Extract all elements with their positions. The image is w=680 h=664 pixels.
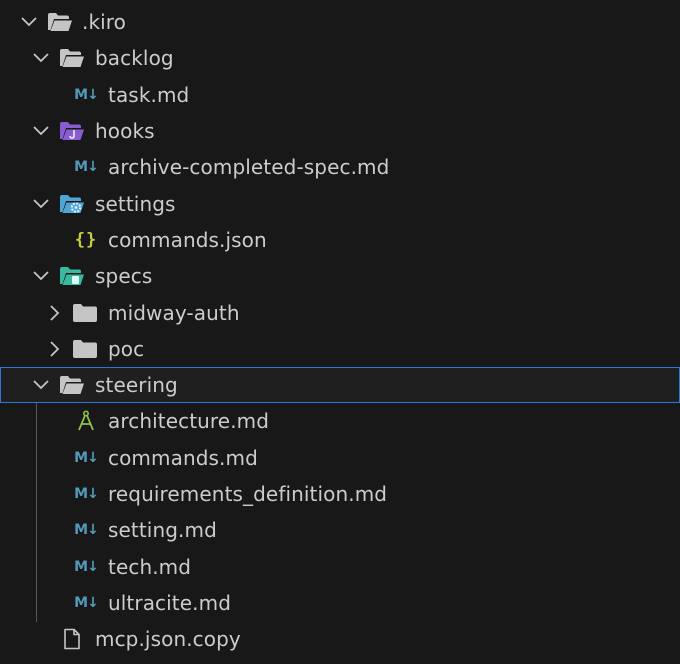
architecture-icon xyxy=(72,410,100,432)
tree-item-label: poc xyxy=(108,336,145,361)
chevron-down-icon[interactable] xyxy=(32,267,50,285)
tree-item-kiro[interactable]: .kiro xyxy=(0,4,680,40)
tree-item-backlog[interactable]: backlog xyxy=(0,40,680,76)
tree-item-tech-md[interactable]: M↓ tech.md xyxy=(0,548,680,584)
tree-item-settings[interactable]: settings xyxy=(0,185,680,221)
file-explorer-tree: .kiro backlog M↓ task.md hooks M↓ archiv… xyxy=(0,0,680,664)
tree-item-label: .kiro xyxy=(82,10,127,35)
json-icon: {} xyxy=(74,229,98,250)
markdown-icon: M↓ xyxy=(74,522,99,539)
tree-item-requirements-definition-md[interactable]: M↓ requirements_definition.md xyxy=(0,476,680,512)
tree-item-label: hooks xyxy=(95,119,155,144)
tree-item-label: steering xyxy=(95,373,178,398)
file-icon xyxy=(58,628,86,650)
markdown-icon: M↓ xyxy=(74,449,99,466)
markdown-icon: M↓ xyxy=(74,86,99,103)
tree-item-label: setting.md xyxy=(108,518,217,543)
tree-item-poc[interactable]: poc xyxy=(0,331,680,367)
tree-item-commands-json[interactable]: {} commands.json xyxy=(0,222,680,258)
markdown-icon: M↓ xyxy=(74,486,99,502)
tree-item-label: settings xyxy=(95,191,176,216)
folder-open-icon xyxy=(46,11,74,33)
chevron-down-icon[interactable] xyxy=(20,13,38,31)
tree-item-label: tech.md xyxy=(108,554,192,579)
tree-item-label: specs xyxy=(95,264,153,289)
chevron-right-icon[interactable] xyxy=(46,340,64,358)
tree-item-label: task.md xyxy=(108,82,190,107)
tree-item-label: midway-auth xyxy=(108,300,240,325)
tree-item-ultracite-md[interactable]: M↓ ultracite.md xyxy=(0,585,680,621)
tree-item-label: archive-completed-spec.md xyxy=(108,155,390,180)
hooks-folder-open-icon xyxy=(58,120,86,142)
folder-icon xyxy=(71,302,99,324)
tree-item-label: commands.md xyxy=(108,445,258,470)
specs-folder-open-icon xyxy=(58,265,86,287)
folder-open-icon xyxy=(58,47,86,69)
folder-icon xyxy=(71,338,99,360)
tree-item-label: commands.json xyxy=(108,227,267,252)
tree-item-label: requirements_definition.md xyxy=(108,482,388,506)
tree-item-specs[interactable]: specs xyxy=(0,258,680,294)
markdown-icon: M↓ xyxy=(74,594,99,611)
tree-item-commands-md[interactable]: M↓ commands.md xyxy=(0,440,680,476)
tree-item-label: architecture.md xyxy=(108,409,270,434)
chevron-right-icon[interactable] xyxy=(46,304,64,322)
tree-item-label: mcp.json.copy xyxy=(95,627,241,652)
tree-item-hooks[interactable]: hooks xyxy=(0,113,680,149)
folder-open-icon xyxy=(58,374,86,396)
chevron-down-icon[interactable] xyxy=(32,376,50,394)
tree-item-mcp-json-copy[interactable]: mcp.json.copy xyxy=(0,621,680,657)
tree-item-label: backlog xyxy=(95,46,174,71)
tree-item-label: ultracite.md xyxy=(108,590,231,615)
chevron-down-icon[interactable] xyxy=(32,49,50,67)
markdown-icon: M↓ xyxy=(74,159,99,176)
tree-item-setting-md[interactable]: M↓ setting.md xyxy=(0,512,680,548)
markdown-icon: M↓ xyxy=(74,558,99,575)
tree-item-midway-auth[interactable]: midway-auth xyxy=(0,294,680,330)
chevron-down-icon[interactable] xyxy=(32,122,50,140)
chevron-down-icon[interactable] xyxy=(32,195,50,213)
tree-item-steering[interactable]: steering xyxy=(0,366,680,404)
tree-item-architecture-md[interactable]: architecture.md xyxy=(0,403,680,439)
tree-item-archive-completed-spec-md[interactable]: M↓ archive-completed-spec.md xyxy=(0,149,680,185)
settings-folder-open-icon xyxy=(58,193,86,215)
tree-item-task-md[interactable]: M↓ task.md xyxy=(0,77,680,113)
